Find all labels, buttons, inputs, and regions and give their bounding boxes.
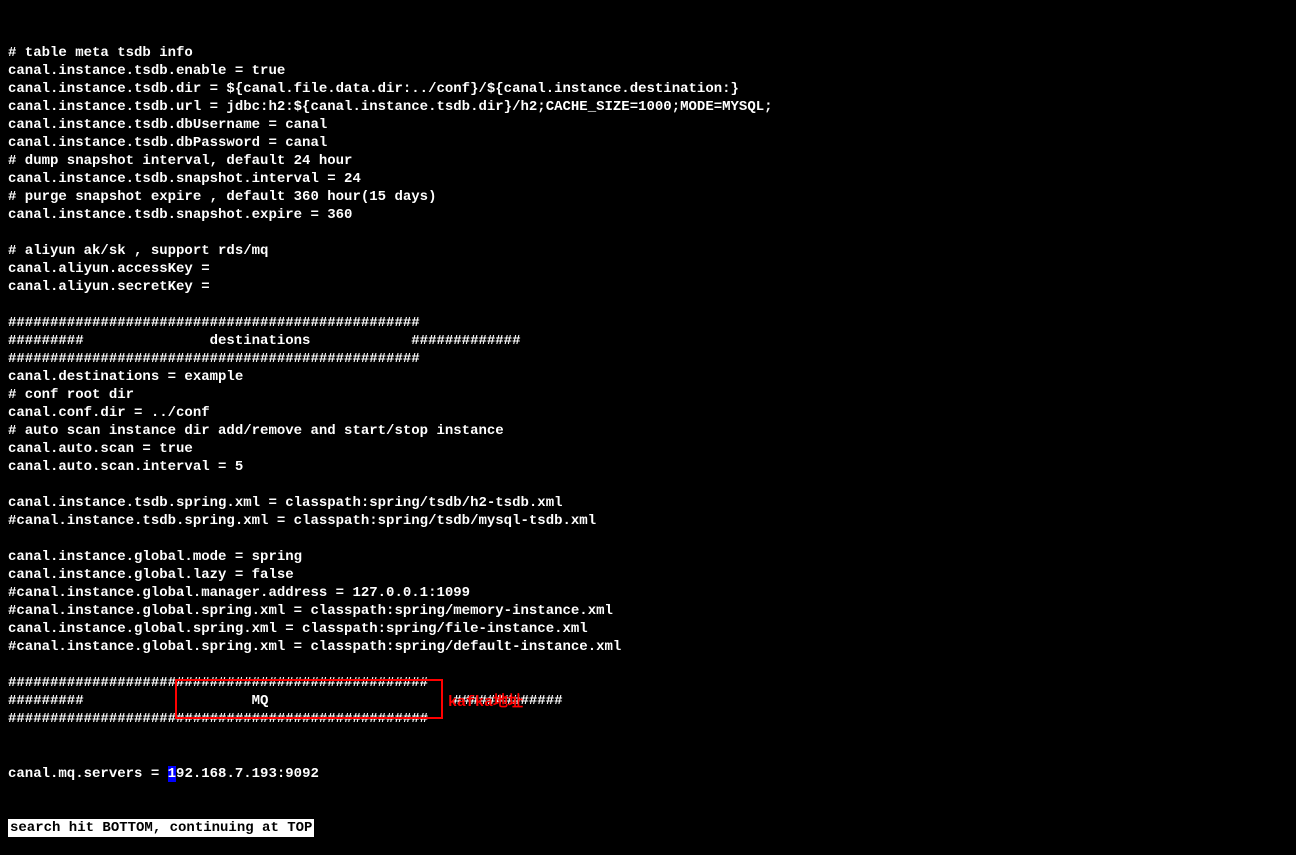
config-line — [8, 224, 1288, 242]
config-line: ########################################… — [8, 674, 1288, 692]
config-line: #canal.instance.global.spring.xml = clas… — [8, 638, 1288, 656]
config-line: canal.conf.dir = ../conf — [8, 404, 1288, 422]
config-line: canal.instance.tsdb.spring.xml = classpa… — [8, 494, 1288, 512]
config-line: ########################################… — [8, 314, 1288, 332]
config-line: canal.instance.global.spring.xml = class… — [8, 620, 1288, 638]
config-line: #canal.instance.tsdb.spring.xml = classp… — [8, 512, 1288, 530]
cursor: 1 — [168, 766, 176, 782]
config-line: canal.instance.tsdb.snapshot.expire = 36… — [8, 206, 1288, 224]
vim-status-bar: search hit BOTTOM, continuing at TOP — [8, 819, 1288, 837]
config-line: # auto scan instance dir add/remove and … — [8, 422, 1288, 440]
config-line: canal.instance.global.lazy = false — [8, 566, 1288, 584]
config-line: # conf root dir — [8, 386, 1288, 404]
config-line: #canal.instance.global.manager.address =… — [8, 584, 1288, 602]
config-line: # dump snapshot interval, default 24 hou… — [8, 152, 1288, 170]
config-line: canal.instance.tsdb.dir = ${canal.file.d… — [8, 80, 1288, 98]
config-line — [8, 530, 1288, 548]
config-line: # purge snapshot expire , default 360 ho… — [8, 188, 1288, 206]
config-line: # table meta tsdb info — [8, 44, 1288, 62]
config-line: ########################################… — [8, 710, 1288, 728]
config-line: canal.auto.scan.interval = 5 — [8, 458, 1288, 476]
config-line: canal.instance.tsdb.dbPassword = canal — [8, 134, 1288, 152]
config-line: canal.aliyun.secretKey = — [8, 278, 1288, 296]
config-line: canal.instance.tsdb.snapshot.interval = … — [8, 170, 1288, 188]
config-line: canal.instance.global.mode = spring — [8, 548, 1288, 566]
config-line: ######### destinations ############# — [8, 332, 1288, 350]
config-line: ######### MQ ############# — [8, 692, 1288, 710]
config-line: # aliyun ak/sk , support rds/mq — [8, 242, 1288, 260]
config-line — [8, 656, 1288, 674]
config-line: canal.auto.scan = true — [8, 440, 1288, 458]
terminal-output[interactable]: # table meta tsdb infocanal.instance.tsd… — [8, 8, 1288, 855]
config-line-mq-servers: canal.mq.servers = 192.168.7.193:9092 — [8, 765, 1288, 783]
config-line: ########################################… — [8, 350, 1288, 368]
config-line: canal.destinations = example — [8, 368, 1288, 386]
config-line: canal.instance.tsdb.url = jdbc:h2:${cana… — [8, 98, 1288, 116]
config-line: #canal.instance.global.spring.xml = clas… — [8, 602, 1288, 620]
config-line: canal.instance.tsdb.enable = true — [8, 62, 1288, 80]
config-line: canal.instance.tsdb.dbUsername = canal — [8, 116, 1288, 134]
config-line — [8, 296, 1288, 314]
config-line: canal.aliyun.accessKey = — [8, 260, 1288, 278]
config-line — [8, 476, 1288, 494]
